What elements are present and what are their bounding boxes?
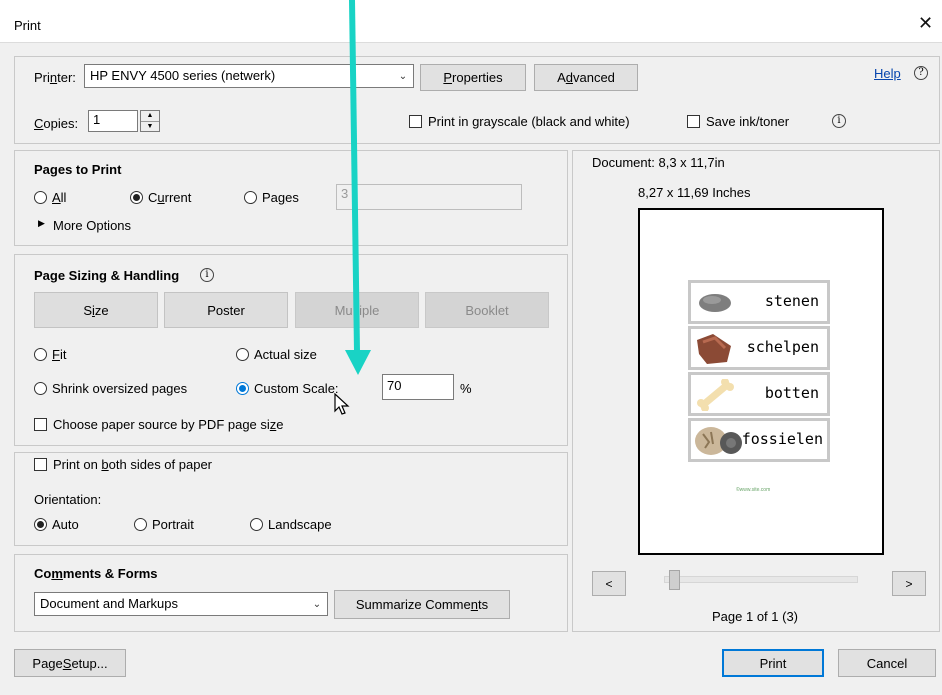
summarize-comments-button[interactable]: Summarize Comme n ts (334, 590, 510, 619)
page-slider[interactable] (664, 576, 858, 583)
paper-source-checkbox[interactable] (34, 418, 47, 431)
info-icon[interactable]: i (200, 268, 214, 282)
orientation-portrait-label: Portrait (152, 517, 194, 532)
fit-label: Fit (52, 347, 67, 362)
custom-scale-input[interactable]: 70 (382, 374, 454, 400)
chevron-down-icon: ⌄ (312, 598, 322, 610)
orientation-auto-radio[interactable] (34, 518, 47, 531)
printer-select[interactable]: HP ENVY 4500 series (netwerk) ⌄ (84, 64, 414, 88)
tab-poster[interactable]: Poster (164, 292, 288, 328)
copies-stepper[interactable]: ▲ ▼ (140, 110, 160, 132)
document-size: Document: 8,3 x 11,7in (592, 155, 725, 170)
both-sides-checkbox[interactable] (34, 458, 47, 471)
window-title: Print (14, 18, 41, 33)
help-link[interactable]: Help (874, 66, 901, 81)
percent-label: % (460, 381, 472, 396)
word-card-botten: botten (688, 372, 830, 416)
grayscale-label: Print in grayscale (black and white) (428, 114, 630, 129)
word-label: schelpen (746, 338, 819, 356)
shrink-radio[interactable] (34, 382, 47, 395)
orientation-landscape-radio[interactable] (250, 518, 263, 531)
pages-range-input[interactable]: 3 (336, 184, 522, 210)
prev-page-button[interactable]: < (592, 571, 626, 596)
page-setup-button[interactable]: Page Setup... (14, 649, 126, 677)
word-label: fossielen (741, 430, 823, 448)
comments-heading: Comments & Forms (34, 566, 158, 581)
page-sizing-heading: Page Sizing & Handling (34, 268, 180, 283)
comments-select[interactable]: Document and Markups ⌄ (34, 592, 328, 616)
printer-label: Printer: (34, 70, 76, 85)
pages-all-label: All (52, 190, 67, 205)
word-list: stenen schelpen botten fossielen (688, 280, 830, 468)
orientation-auto-label: Auto (52, 517, 79, 532)
word-label: stenen (764, 292, 819, 310)
preview-footer-text: ©www.site.com (736, 487, 771, 493)
custom-scale-label: Custom Scale: (254, 381, 339, 396)
info-icon[interactable]: i (832, 114, 846, 128)
copies-input[interactable]: 1 (88, 110, 138, 132)
preview-page: stenen schelpen botten fossielen ©www.si… (638, 208, 884, 555)
pages-range-label: Pages (262, 190, 299, 205)
actual-size-radio[interactable] (236, 348, 249, 361)
word-card-stenen: stenen (688, 280, 830, 324)
tab-size[interactable]: Si ze (34, 292, 158, 328)
tab-multiple[interactable]: Multiple (295, 292, 419, 328)
expand-triangle-icon[interactable]: ▶ (38, 218, 45, 229)
both-sides-label: Print on both sides of paper (53, 457, 213, 472)
paper-size: 8,27 x 11,69 Inches (638, 185, 751, 200)
pages-to-print-heading: Pages to Print (34, 162, 122, 177)
advanced-button[interactable]: Ad vanced (534, 64, 638, 91)
fossil-icon (695, 427, 742, 455)
paper-source-label: Choose paper source by PDF page size (53, 417, 284, 432)
orientation-label: Orientation: (34, 492, 102, 507)
divider (0, 42, 942, 43)
chevron-down-icon: ⌄ (398, 70, 408, 82)
page-slider-thumb[interactable] (669, 570, 681, 590)
printer-select-value: HP ENVY 4500 series (netwerk) (90, 68, 276, 83)
help-icon[interactable]: ? (914, 66, 928, 80)
bone-icon (697, 379, 734, 411)
page-indicator: Page 1 of 1 (3) (712, 609, 798, 624)
properties-button[interactable]: Properties (420, 64, 526, 91)
word-label: botten (764, 384, 819, 402)
save-ink-checkbox[interactable] (687, 115, 700, 128)
mouse-cursor-icon (334, 393, 350, 415)
custom-scale-radio[interactable] (236, 382, 249, 395)
pages-all-radio[interactable] (34, 191, 47, 204)
actual-size-label: Actual size (254, 347, 317, 362)
pages-current-radio[interactable] (130, 191, 143, 204)
pages-current-label: Current (148, 190, 192, 205)
pages-range-radio[interactable] (244, 191, 257, 204)
shrink-label: Shrink oversized pages (52, 381, 188, 396)
comments-select-value: Document and Markups (40, 596, 179, 611)
next-page-button[interactable]: > (892, 571, 926, 596)
word-card-schelpen: schelpen (688, 326, 830, 370)
print-button[interactable]: Print (722, 649, 824, 677)
orientation-portrait-radio[interactable] (134, 518, 147, 531)
fit-radio[interactable] (34, 348, 47, 361)
close-icon[interactable]: ✕ (918, 14, 933, 32)
copies-label: Copies: (34, 116, 79, 131)
title-bar (0, 0, 942, 42)
stone-icon (699, 294, 731, 312)
save-ink-label: Save ink/toner (706, 114, 790, 129)
shell-icon (697, 334, 731, 364)
cancel-button[interactable]: Cancel (838, 649, 936, 677)
orientation-landscape-label: Landscape (268, 517, 332, 532)
stepper-down-icon[interactable]: ▼ (141, 122, 159, 132)
tab-booklet[interactable]: Booklet (425, 292, 549, 328)
grayscale-checkbox[interactable] (409, 115, 422, 128)
stepper-up-icon[interactable]: ▲ (141, 111, 159, 122)
word-card-fossielen: fossielen (688, 418, 830, 462)
more-options-toggle[interactable]: More Options (53, 218, 131, 233)
